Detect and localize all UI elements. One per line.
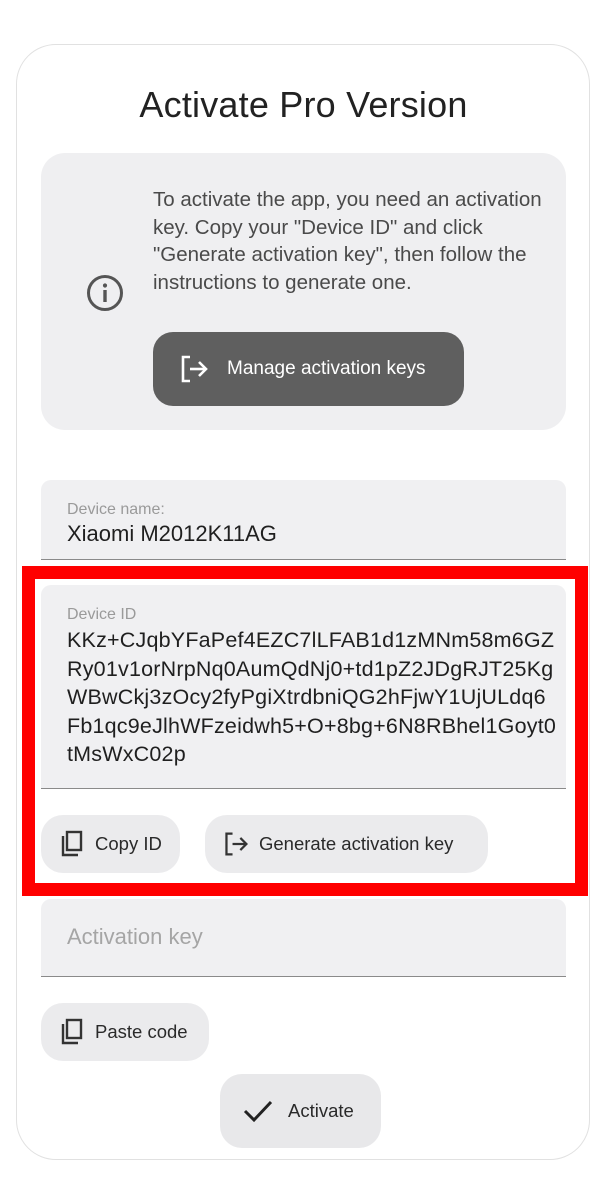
login-arrow-icon [179,354,209,384]
info-icon [86,274,124,312]
info-text: To activate the app, you need an activat… [153,188,542,294]
device-name-value: Xiaomi M2012K11AG [67,521,277,546]
activate-label: Activate [288,1100,354,1121]
copy-icon [59,1018,85,1046]
paste-code-label: Paste code [95,1021,188,1042]
manage-activation-keys-label: Manage activation keys [227,358,426,379]
device-id-value: KKz+CJqbYFaPef4EZC7lLFAB1d1zMNm58m6GZRy0… [67,628,557,766]
device-id-field[interactable]: Device ID KKz+CJqbYFaPef4EZC7lLFAB1d1zMN… [41,585,566,789]
copy-id-label: Copy ID [95,833,162,854]
copy-id-button[interactable]: Copy ID [41,815,180,873]
activation-key-input[interactable]: Activation key [41,899,566,977]
check-icon [242,1098,274,1124]
copy-icon [59,830,85,858]
device-id-caption: Device ID [67,606,137,623]
activate-button[interactable]: Activate [220,1074,381,1148]
generate-activation-key-button[interactable]: Generate activation key [205,815,488,873]
manage-activation-keys-button[interactable]: Manage activation keys [153,332,464,406]
activation-key-placeholder: Activation key [67,924,203,949]
login-arrow-icon [223,831,249,857]
paste-code-button[interactable]: Paste code [41,1003,209,1061]
dialog-title: Activate Pro Version [139,84,468,125]
device-name-caption: Device name: [67,501,165,518]
device-name-field[interactable]: Device name: Xiaomi M2012K11AG [41,480,566,560]
generate-activation-key-label: Generate activation key [259,833,454,854]
